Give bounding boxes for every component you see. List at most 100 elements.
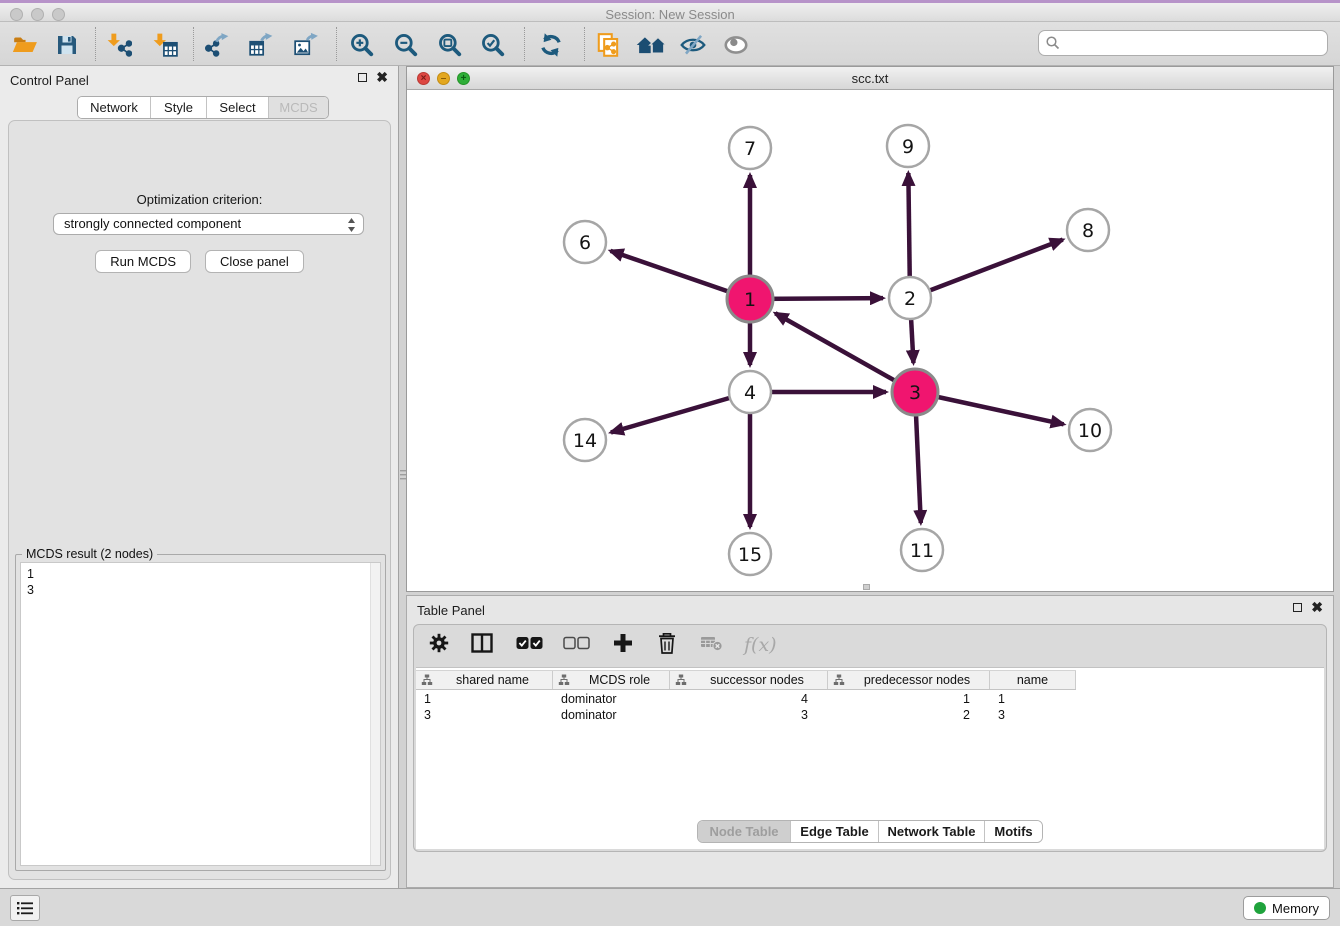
table-cell: 3 bbox=[416, 707, 553, 723]
zoom-out-icon bbox=[393, 32, 419, 58]
save-icon bbox=[55, 33, 79, 57]
table-row[interactable]: 3dominator323 bbox=[416, 707, 1076, 723]
tab-style[interactable]: Style bbox=[150, 97, 206, 118]
export-network-icon bbox=[204, 32, 230, 58]
table-cell: 1 bbox=[990, 691, 1076, 707]
deselect-all-columns-button[interactable] bbox=[563, 635, 590, 656]
tab-network-table[interactable]: Network Table bbox=[878, 821, 984, 842]
table-cell: 1 bbox=[416, 691, 553, 707]
zoom-selected-button[interactable] bbox=[478, 30, 508, 60]
zoom-fit-button[interactable] bbox=[435, 30, 465, 60]
search-input[interactable] bbox=[1061, 33, 1327, 53]
zoom-fit-icon bbox=[437, 32, 463, 58]
delete-column-button[interactable] bbox=[656, 631, 678, 660]
tab-mcds[interactable]: MCDS bbox=[268, 97, 328, 118]
export-table-button[interactable] bbox=[246, 30, 276, 60]
home-icon bbox=[635, 33, 669, 57]
save-session-button[interactable] bbox=[52, 30, 82, 60]
column-type-icon bbox=[675, 674, 687, 686]
table-cell: 2 bbox=[828, 707, 990, 723]
zoom-in-button[interactable] bbox=[347, 30, 377, 60]
memory-button[interactable]: Memory bbox=[1243, 896, 1330, 920]
zoom-selected-icon bbox=[480, 32, 506, 58]
tab-node-table[interactable]: Node Table bbox=[698, 821, 790, 842]
table-header-row: shared name MCDS role successor nodes prede… bbox=[416, 670, 1076, 690]
edge-2-8[interactable] bbox=[910, 240, 1063, 298]
delete-table-button[interactable] bbox=[700, 633, 724, 658]
close-panel-button[interactable]: Close panel bbox=[205, 250, 304, 273]
zoom-out-button[interactable] bbox=[391, 30, 421, 60]
column-header-name[interactable]: name bbox=[990, 671, 1076, 689]
export-network-button[interactable] bbox=[202, 30, 232, 60]
apply-layout-button[interactable] bbox=[536, 30, 566, 60]
search-field[interactable] bbox=[1038, 30, 1328, 56]
control-panel-tabs: NetworkStyleSelectMCDS bbox=[77, 96, 329, 119]
import-network-icon bbox=[106, 32, 132, 58]
function-builder-button[interactable]: f(x) bbox=[744, 634, 777, 656]
toolbar-separator bbox=[524, 27, 525, 61]
show-column-panel-button[interactable] bbox=[470, 632, 494, 659]
table-cell: dominator bbox=[553, 691, 670, 707]
table-panel-header: Table Panel ✖ bbox=[407, 596, 1333, 622]
mcds-result-textarea[interactable]: 1 3 bbox=[20, 562, 381, 866]
optimization-criterion-select[interactable]: strongly connected component bbox=[53, 213, 364, 235]
column-header-successor-nodes[interactable]: successor nodes bbox=[670, 671, 828, 689]
import-network-button[interactable] bbox=[104, 30, 134, 60]
import-table-button[interactable] bbox=[150, 30, 180, 60]
run-mcds-button[interactable]: Run MCDS bbox=[95, 250, 191, 273]
select-stepper-icon bbox=[347, 217, 356, 239]
table-settings-button[interactable] bbox=[428, 632, 450, 659]
hide-panels-button[interactable] bbox=[678, 30, 708, 60]
checked-boxes-icon bbox=[516, 635, 543, 651]
mcds-result-lines: 1 3 bbox=[27, 566, 34, 598]
table-cell: 4 bbox=[670, 691, 828, 707]
graph-node-label-9: 9 bbox=[902, 136, 914, 158]
create-column-button[interactable] bbox=[612, 632, 634, 659]
float-panel-icon[interactable] bbox=[358, 73, 367, 82]
control-panel: Control Panel ✖ NetworkStyleSelectMCDS O… bbox=[0, 66, 399, 888]
column-header-shared-name[interactable]: shared name bbox=[416, 671, 553, 689]
mcds-result-group: MCDS result (2 nodes) 1 3 bbox=[15, 554, 386, 871]
trash-icon bbox=[656, 631, 678, 655]
home-button[interactable] bbox=[633, 30, 671, 60]
tab-motifs[interactable]: Motifs bbox=[984, 821, 1042, 842]
unchecked-boxes-icon bbox=[563, 635, 590, 651]
open-file-button[interactable] bbox=[10, 30, 40, 60]
table-cell: 3 bbox=[670, 707, 828, 723]
export-image-button[interactable] bbox=[291, 30, 321, 60]
table-tabs-bar: Node TableEdge TableNetwork TableMotifs bbox=[414, 820, 1326, 843]
workspace: Control Panel ✖ NetworkStyleSelectMCDS O… bbox=[0, 66, 1340, 888]
show-panels-button[interactable] bbox=[721, 30, 751, 60]
column-header-label: MCDS role bbox=[570, 673, 669, 687]
hide-eye-icon bbox=[679, 33, 707, 57]
tab-edge-table[interactable]: Edge Table bbox=[790, 821, 878, 842]
memory-label: Memory bbox=[1272, 901, 1319, 916]
task-history-button[interactable] bbox=[10, 895, 40, 921]
toolbar-separator bbox=[336, 27, 337, 61]
result-scrollbar[interactable] bbox=[370, 563, 380, 865]
float-table-panel-icon[interactable] bbox=[1293, 603, 1302, 612]
show-eye-icon bbox=[722, 33, 750, 57]
duplicate-network-icon bbox=[595, 32, 622, 59]
close-panel-icon[interactable]: ✖ bbox=[376, 73, 388, 82]
network-window-titlebar[interactable]: × – + scc.txt bbox=[407, 67, 1333, 90]
column-type-icon bbox=[558, 674, 570, 686]
column-header-predecessor-nodes[interactable]: predecessor nodes bbox=[828, 671, 990, 689]
graph-node-label-7: 7 bbox=[744, 138, 756, 160]
close-table-panel-icon[interactable]: ✖ bbox=[1311, 603, 1323, 612]
window-resize-handle[interactable] bbox=[863, 584, 870, 590]
table-cell: dominator bbox=[553, 707, 670, 723]
table-row[interactable]: 1dominator411 bbox=[416, 691, 1076, 707]
control-panel-title: Control Panel bbox=[10, 73, 89, 88]
memory-status-icon bbox=[1254, 902, 1266, 914]
tab-select[interactable]: Select bbox=[206, 97, 268, 118]
graph-node-label-2: 2 bbox=[904, 288, 916, 310]
network-window-title: scc.txt bbox=[407, 71, 1333, 86]
duplicate-network-button[interactable] bbox=[593, 30, 623, 60]
network-canvas[interactable]: 7968124314101511 bbox=[407, 91, 1333, 592]
tab-network[interactable]: Network bbox=[78, 97, 150, 118]
column-header-MCDS-role[interactable]: MCDS role bbox=[553, 671, 670, 689]
column-header-label: successor nodes bbox=[687, 673, 827, 687]
column-header-label: predecessor nodes bbox=[845, 673, 989, 687]
select-all-columns-button[interactable] bbox=[516, 635, 543, 656]
